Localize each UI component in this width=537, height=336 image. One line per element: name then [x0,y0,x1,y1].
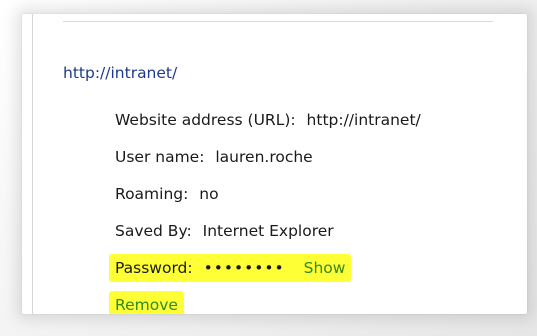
credential-details: Website address (URL): http://intranet/ … [109,102,421,314]
roaming-label: Roaming: [115,185,189,203]
remove-row: Remove [109,287,421,314]
credential-card: http://intranet/ Website address (URL): … [22,14,527,314]
password-highlight: Password: •••••••• Show [109,254,352,282]
password-masked-value: •••••••• [203,259,285,277]
username-value: lauren.roche [215,148,313,166]
site-url-link[interactable]: http://intranet/ [63,64,177,82]
username-row: User name: lauren.roche [115,139,421,176]
savedby-row: Saved By: Internet Explorer [115,213,421,250]
password-label: Password: [115,259,193,277]
cut-off-header [63,14,493,30]
savedby-label: Saved By: [115,222,192,240]
screenshot-stage: http://intranet/ Website address (URL): … [0,0,537,336]
credential-panel: http://intranet/ Website address (URL): … [32,14,527,314]
username-label: User name: [115,148,205,166]
website-value: http://intranet/ [306,111,421,129]
show-password-link[interactable]: Show [304,259,346,277]
website-row: Website address (URL): http://intranet/ [115,102,421,139]
remove-highlight: Remove [109,291,184,314]
remove-credential-link[interactable]: Remove [115,296,178,314]
header-divider [63,21,493,22]
roaming-value: no [199,185,219,203]
website-label: Website address (URL): [115,111,296,129]
roaming-row: Roaming: no [115,176,421,213]
savedby-value: Internet Explorer [202,222,334,240]
password-row: Password: •••••••• Show [109,250,421,287]
